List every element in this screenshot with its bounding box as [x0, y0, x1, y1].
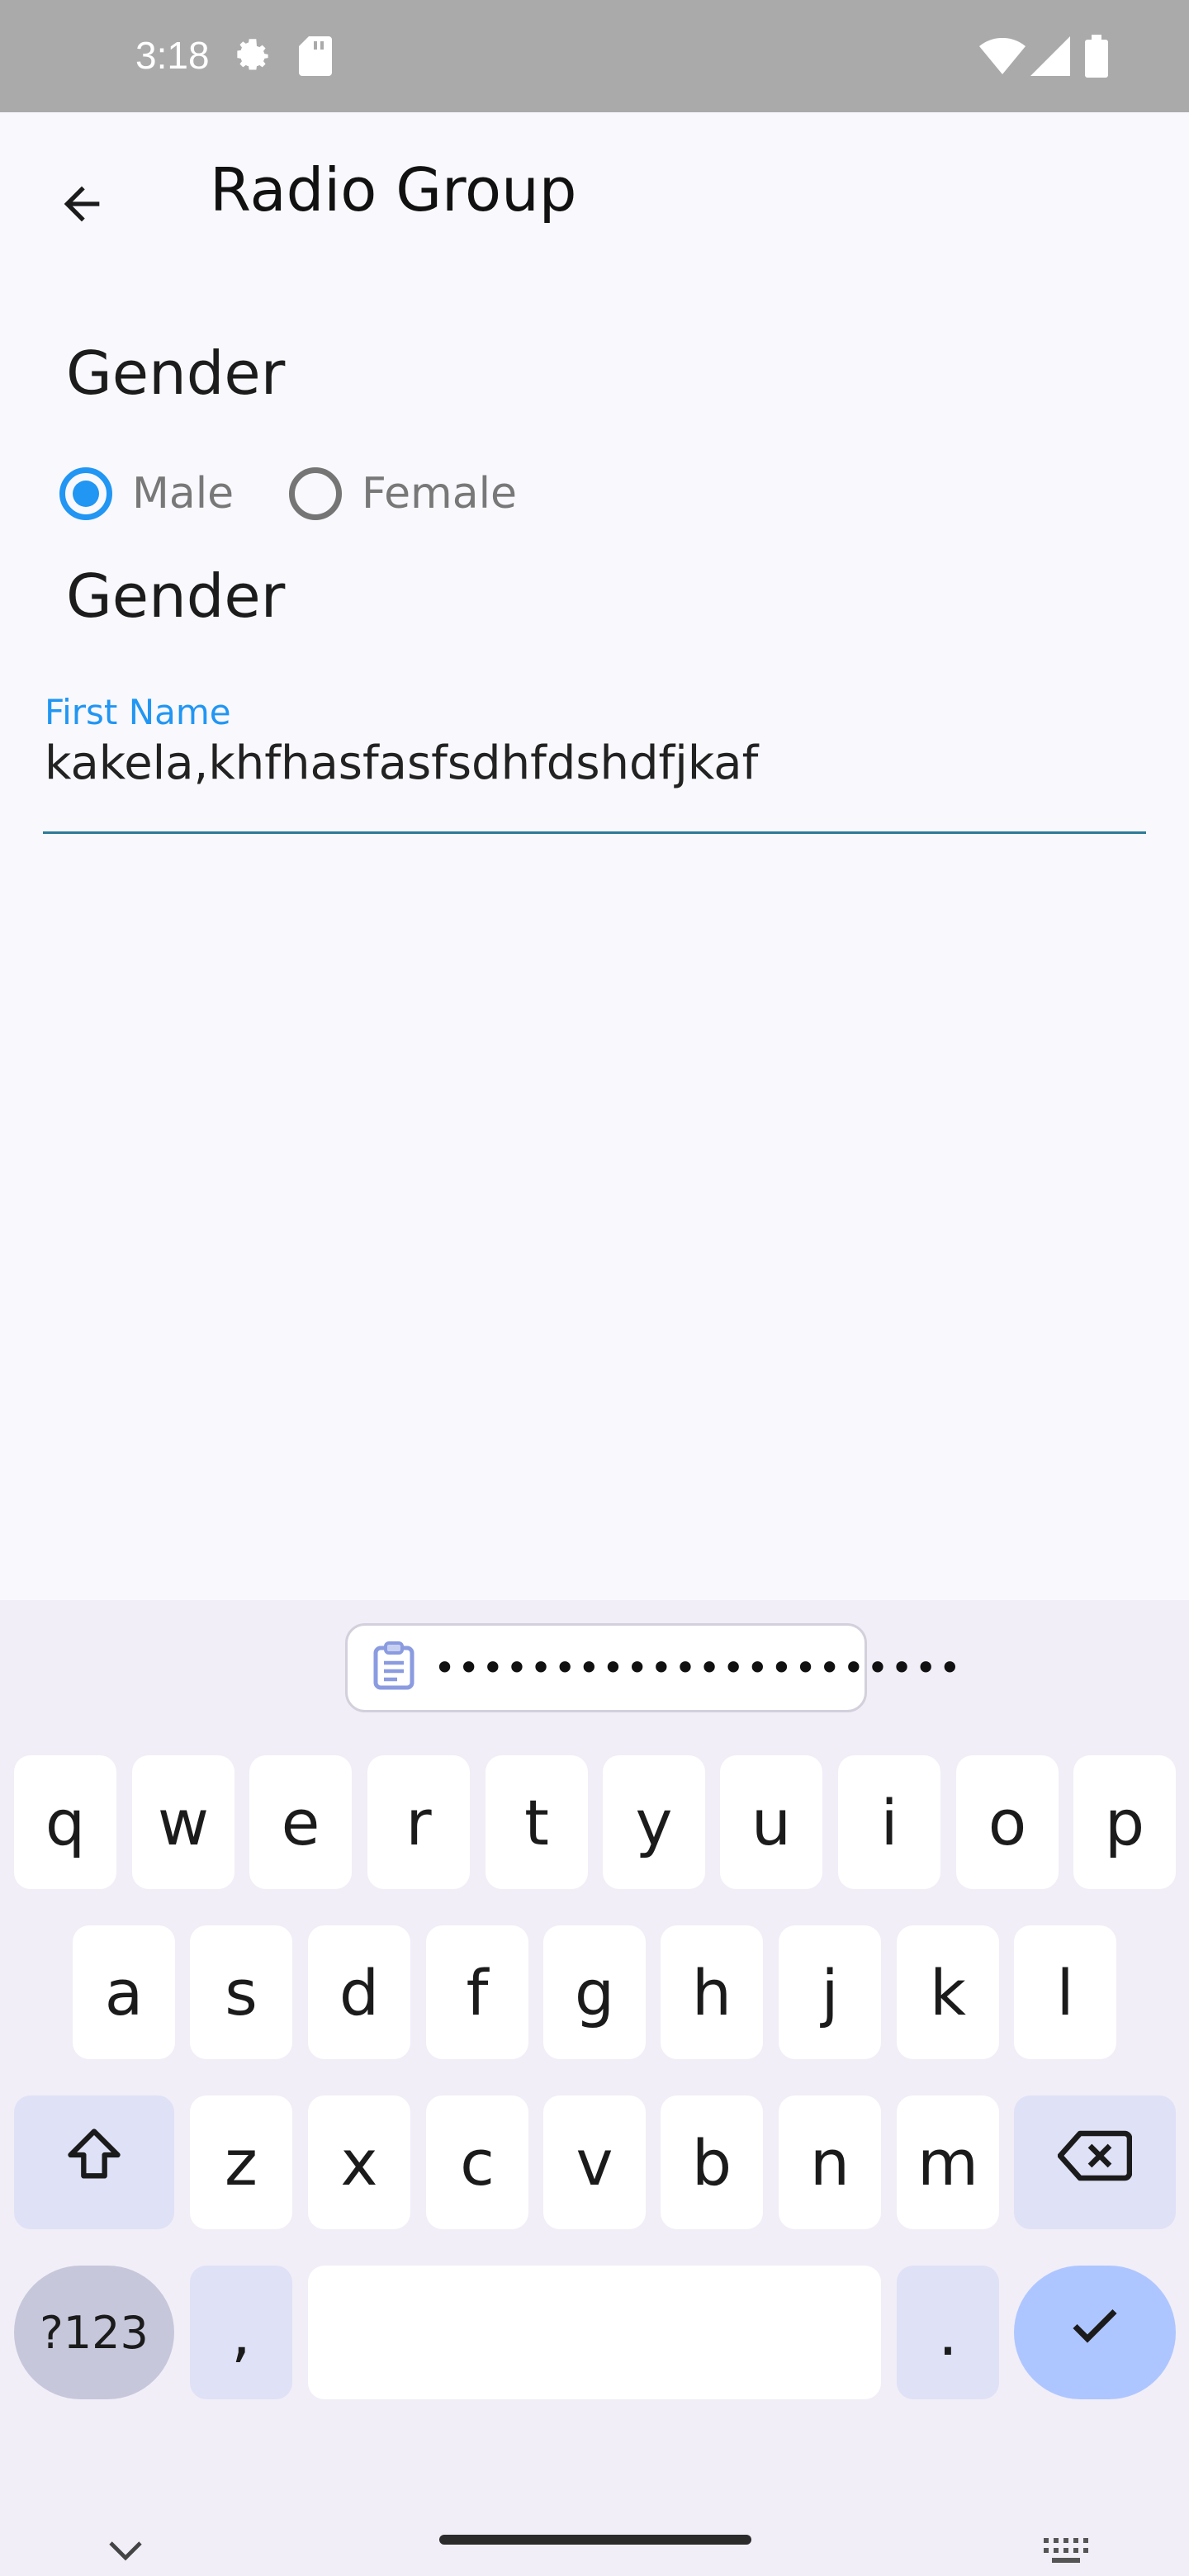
symbols-key[interactable]: ?123: [14, 2266, 174, 2399]
gear-icon: [231, 35, 274, 82]
key-s[interactable]: s: [190, 1925, 292, 2059]
key-u[interactable]: u: [720, 1755, 822, 1889]
first-name-label: First Name: [45, 692, 231, 732]
enter-key[interactable]: [1014, 2266, 1176, 2399]
key-q[interactable]: q: [14, 1755, 116, 1889]
battery-icon: [1085, 35, 1108, 82]
key-t[interactable]: t: [486, 1755, 588, 1889]
radio-label-female: Female: [362, 469, 518, 519]
first-name-field[interactable]: First Name kakela,khfhasfasfsdhfdshdfjka…: [43, 692, 1146, 834]
key-e[interactable]: e: [249, 1755, 352, 1889]
page-title: Radio Group: [210, 155, 577, 225]
keyboard-icon[interactable]: [1042, 2536, 1090, 2570]
comma-key[interactable]: ,: [190, 2266, 292, 2399]
key-v[interactable]: v: [543, 2095, 646, 2229]
key-g[interactable]: g: [543, 1925, 646, 2059]
sd-card-icon: [299, 36, 332, 80]
key-m[interactable]: m: [897, 2095, 999, 2229]
key-b[interactable]: b: [661, 2095, 763, 2229]
key-k[interactable]: k: [897, 1925, 999, 2059]
arrow-back-icon: [55, 178, 108, 234]
home-indicator[interactable]: [439, 2535, 751, 2545]
key-n[interactable]: n: [779, 2095, 881, 2229]
key-w[interactable]: w: [132, 1755, 234, 1889]
key-d[interactable]: d: [308, 1925, 410, 2059]
key-f[interactable]: f: [426, 1925, 528, 2059]
soft-keyboard: •••••••••••••••••••••• q w e r t y u i o…: [0, 1600, 1189, 2576]
back-button[interactable]: [36, 160, 127, 251]
gender-label: Gender: [66, 339, 286, 408]
status-time: 3:18: [135, 34, 210, 77]
status-bar: 3:18: [0, 0, 1189, 112]
wifi-icon: [979, 37, 1026, 78]
clipboard-suggestion[interactable]: ••••••••••••••••••••••: [345, 1623, 961, 1712]
key-h[interactable]: h: [661, 1925, 763, 2059]
clipboard-text: ••••••••••••••••••••••: [433, 1646, 963, 1690]
chevron-down-icon[interactable]: [104, 2535, 147, 2569]
key-r[interactable]: r: [367, 1755, 470, 1889]
key-p[interactable]: p: [1073, 1755, 1176, 1889]
radio-selected-icon[interactable]: [59, 467, 112, 520]
key-i[interactable]: i: [838, 1755, 940, 1889]
radio-female[interactable]: Female: [289, 461, 517, 527]
radio-label-male: Male: [132, 469, 234, 519]
key-l[interactable]: l: [1014, 1925, 1116, 2059]
clipboard-icon: [372, 1641, 415, 1695]
period-key[interactable]: .: [897, 2266, 999, 2399]
key-z[interactable]: z: [190, 2095, 292, 2229]
backspace-icon: [1057, 2126, 1133, 2200]
radio-male[interactable]: Male: [59, 461, 234, 527]
gender-label-secondary: Gender: [66, 561, 286, 631]
first-name-input[interactable]: kakela,khfhasfasfsdhfdshdfjkaf: [45, 736, 758, 790]
shift-key[interactable]: [14, 2095, 174, 2229]
radio-unselected-icon[interactable]: [289, 467, 342, 520]
key-j[interactable]: j: [779, 1925, 881, 2059]
key-o[interactable]: o: [956, 1755, 1059, 1889]
key-y[interactable]: y: [603, 1755, 705, 1889]
shift-icon: [63, 2124, 126, 2201]
key-a[interactable]: a: [73, 1925, 175, 2059]
backspace-key[interactable]: [1014, 2095, 1176, 2229]
key-c[interactable]: c: [426, 2095, 528, 2229]
app-bar: Radio Group: [0, 112, 1189, 274]
space-key[interactable]: [308, 2266, 881, 2399]
key-x[interactable]: x: [308, 2095, 410, 2229]
checkmark-icon: [1065, 2295, 1125, 2370]
signal-icon: [1030, 36, 1070, 80]
